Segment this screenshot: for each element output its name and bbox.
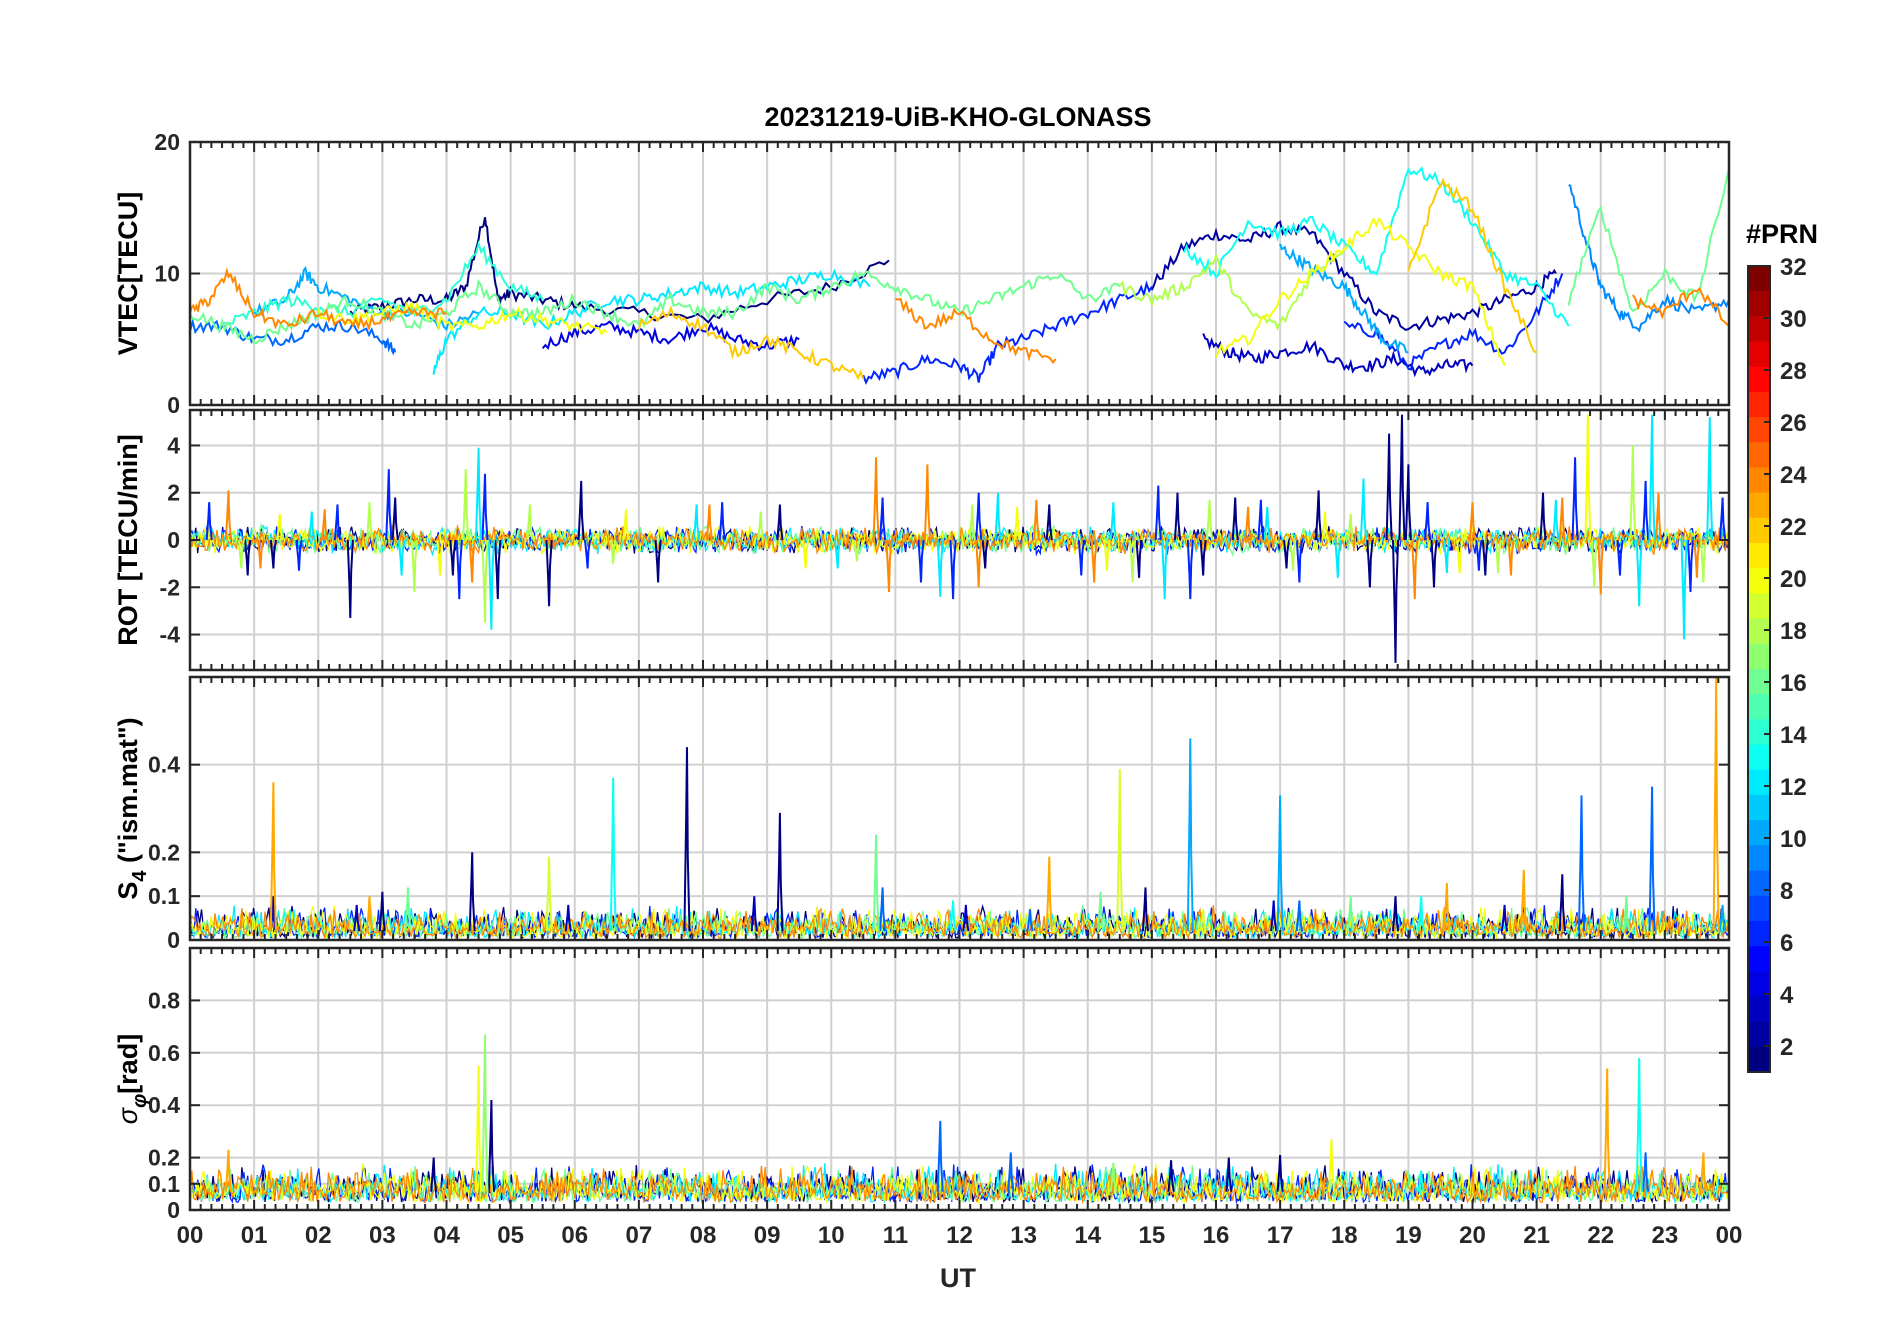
colorbar-tick-label: 20 (1780, 566, 1807, 593)
y-tick-label: -2 (160, 574, 180, 600)
colorbar-tick-label: 2 (1780, 1034, 1793, 1061)
x-tick-label: 15 (1139, 1222, 1166, 1249)
y-tick-label: 0.8 (148, 987, 180, 1013)
colorbar-tick-label: 10 (1780, 826, 1807, 853)
y-axis-label-rot: ROT [TECU/min] (113, 434, 143, 645)
colorbar-band (1748, 417, 1770, 443)
colorbar-band (1748, 442, 1770, 469)
colorbar-band (1748, 593, 1770, 620)
y-tick-label: 0.2 (148, 839, 180, 865)
colorbar-band (1748, 870, 1770, 897)
x-tick-label: 05 (497, 1222, 524, 1249)
colorbar-tick-label: 26 (1780, 410, 1807, 437)
colorbar-band (1748, 820, 1770, 846)
x-tick-label: 13 (1010, 1222, 1037, 1249)
y-tick-label: 10 (154, 261, 180, 287)
colorbar-band (1748, 694, 1770, 720)
x-tick-label: 11 (883, 1222, 908, 1249)
y-tick-label: -4 (160, 622, 181, 648)
colorbar-band (1748, 467, 1770, 494)
colorbar-band (1748, 1021, 1770, 1048)
x-tick-label: 12 (946, 1222, 973, 1249)
x-tick-label: 22 (1587, 1222, 1614, 1249)
x-tick-label: 23 (1652, 1222, 1679, 1249)
x-tick-label: 21 (1523, 1222, 1550, 1249)
colorbar-tick-label: 24 (1780, 462, 1807, 489)
y-axis-label-vtec: VTEC[TECU] (113, 192, 143, 356)
x-tick-label: 00 (177, 1222, 204, 1249)
x-tick-label: 01 (241, 1222, 268, 1249)
colorbar-tick-label: 12 (1780, 774, 1807, 801)
x-tick-label: 20 (1459, 1222, 1486, 1249)
colorbar-band (1748, 492, 1770, 519)
colorbar-band (1748, 1046, 1770, 1073)
colorbar-band (1748, 845, 1770, 872)
x-axis-label: UT (940, 1263, 976, 1293)
y-tick-label: 0.1 (148, 883, 180, 909)
colorbar-tick-label: 14 (1780, 722, 1807, 749)
colorbar-tick-label: 8 (1780, 878, 1793, 905)
y-tick-label: 0 (167, 927, 180, 953)
x-tick-label: 14 (1074, 1222, 1101, 1249)
colorbar-tick-label: 22 (1780, 514, 1807, 541)
colorbar-band (1748, 316, 1770, 343)
y-tick-label: 0 (167, 527, 180, 553)
x-tick-label: 08 (690, 1222, 717, 1249)
y-tick-label: 0.6 (148, 1040, 180, 1066)
x-tick-label: 02 (305, 1222, 332, 1249)
colorbar-band (1748, 291, 1770, 317)
x-tick-label: 10 (818, 1222, 845, 1249)
y-tick-label: 0.2 (148, 1145, 180, 1171)
colorbar-band (1748, 744, 1770, 771)
x-tick-label: 19 (1395, 1222, 1422, 1249)
colorbar-band (1748, 543, 1770, 569)
x-tick-label: 00 (1716, 1222, 1743, 1249)
colorbar-band (1748, 341, 1770, 368)
x-tick-label: 17 (1267, 1222, 1294, 1249)
y-tick-label: 0.1 (148, 1171, 180, 1197)
colorbar-band (1748, 568, 1770, 595)
x-tick-label: 06 (561, 1222, 588, 1249)
colorbar-band (1748, 391, 1770, 418)
chart-title: 20231219-UiB-KHO-GLONASS (764, 102, 1151, 132)
x-tick-label: 03 (369, 1222, 396, 1249)
x-tick-label: 16 (1203, 1222, 1230, 1249)
colorbar-band (1748, 895, 1770, 922)
colorbar-band (1748, 719, 1770, 746)
y-tick-label: 0 (167, 1197, 180, 1223)
y-tick-label: 0.4 (148, 752, 180, 778)
colorbar-band (1748, 517, 1770, 544)
colorbar-tick-label: 16 (1780, 670, 1807, 697)
colorbar-tick-label: 28 (1780, 358, 1807, 385)
colorbar-tick-label: 30 (1780, 306, 1807, 333)
x-tick-label: 04 (433, 1222, 460, 1249)
colorbar-band (1748, 769, 1770, 796)
colorbar-tick-label: 18 (1780, 618, 1807, 645)
colorbar-band (1748, 643, 1770, 670)
colorbar-label: #PRN (1746, 219, 1818, 249)
colorbar-band (1748, 618, 1770, 645)
colorbar-tick-label: 32 (1780, 254, 1807, 281)
colorbar-band (1748, 946, 1770, 972)
y-tick-label: 4 (167, 432, 180, 458)
colorbar-band (1748, 794, 1770, 821)
y-tick-label: 20 (154, 129, 180, 155)
colorbar-tick-label: 4 (1780, 982, 1794, 1009)
figure: 20231219-UiB-KHO-GLONASS 01020VTEC[TECU]… (0, 0, 1902, 1330)
x-tick-label: 09 (754, 1222, 781, 1249)
y-tick-label: 0 (167, 392, 180, 418)
y-tick-label: 0.4 (148, 1092, 180, 1118)
x-tick-label: 18 (1331, 1222, 1358, 1249)
x-tick-label: 07 (626, 1222, 653, 1249)
colorbar-band (1748, 266, 1770, 292)
colorbar-band (1748, 996, 1770, 1023)
colorbar-tick-label: 6 (1780, 930, 1793, 957)
y-tick-label: 2 (167, 480, 180, 506)
